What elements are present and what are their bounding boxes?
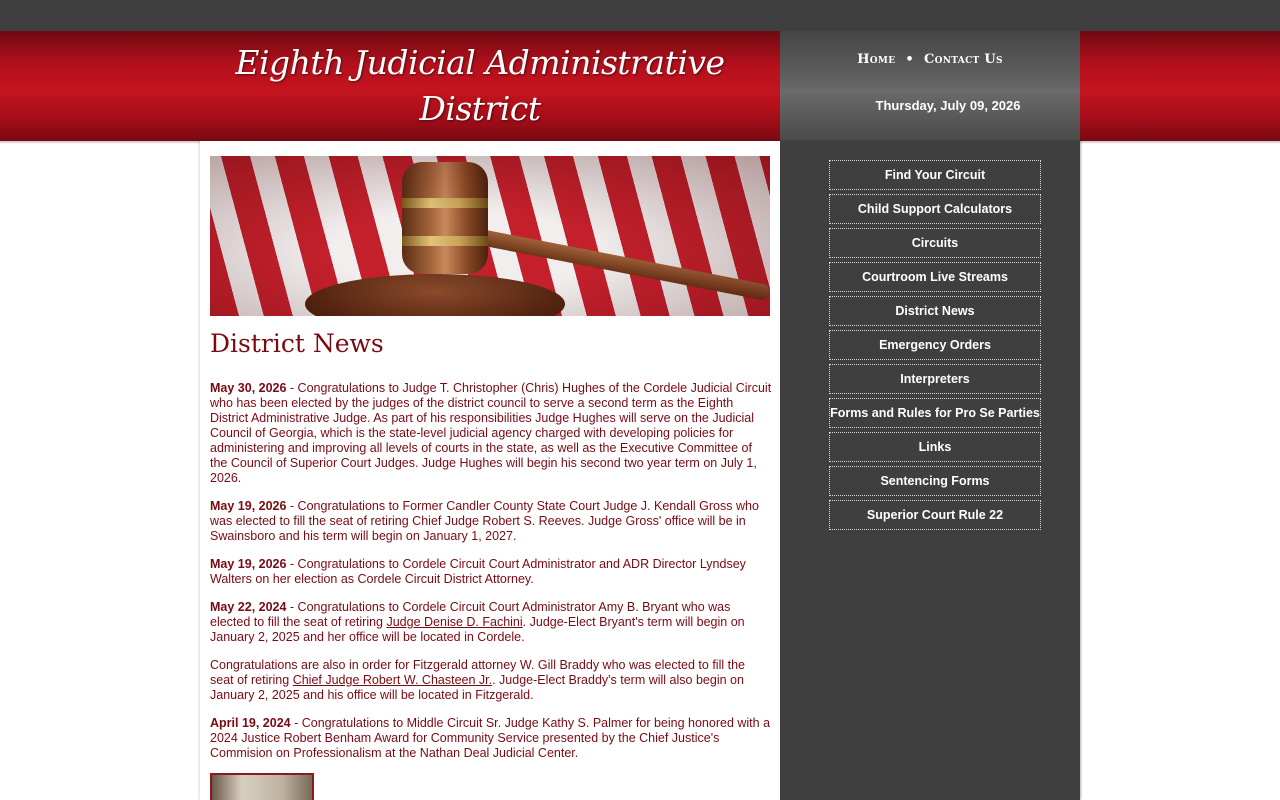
hero-vignette [210, 156, 770, 316]
sidebar-item-forms-and-rules[interactable]: Forms and Rules for Pro Se Parties [829, 398, 1041, 428]
sidebar-item-courtroom-live-streams[interactable]: Courtroom Live Streams [829, 262, 1041, 292]
news-date: May 30, 2026 [210, 381, 287, 395]
gavel-flag-hero-image [210, 156, 770, 316]
sidebar-nav: Find Your Circuit Child Support Calculat… [829, 160, 1041, 534]
sidebar-item-district-news[interactable]: District News [829, 296, 1041, 326]
contact-us-link[interactable]: Contact Us [924, 52, 1003, 67]
sidebar-item-sentencing-forms[interactable]: Sentencing Forms [829, 466, 1041, 496]
site-title-line1: Eighth Judicial Administrative District [235, 43, 725, 128]
news-date: May 19, 2026 [210, 557, 287, 571]
top-navigation: Home • Contact Us [780, 52, 1080, 67]
news-date: May 22, 2024 [210, 600, 287, 614]
news-item: May 22, 2024 - Congratulations to Cordel… [210, 600, 772, 645]
news-text: - Congratulations to Judge T. Christophe… [210, 381, 772, 485]
home-link[interactable]: Home [857, 52, 895, 67]
nav-separator: • [905, 52, 914, 67]
news-list: May 30, 2026 - Congratulations to Judge … [210, 381, 772, 774]
news-text: - Congratulations to Middle Circuit Sr. … [210, 716, 771, 760]
sidebar-item-interpreters[interactable]: Interpreters [829, 364, 1041, 394]
header-nav-panel [780, 31, 1080, 141]
top-bar [0, 0, 1280, 31]
news-item: May 19, 2026 - Congratulations to Former… [210, 499, 772, 544]
sidebar-item-child-support-calculators[interactable]: Child Support Calculators [829, 194, 1041, 224]
news-date: April 19, 2024 [210, 716, 291, 730]
sidebar-item-emergency-orders[interactable]: Emergency Orders [829, 330, 1041, 360]
sidebar-item-superior-court-rule-22[interactable]: Superior Court Rule 22 [829, 500, 1041, 530]
news-text: - Congratulations to Cordele Circuit Cou… [210, 557, 746, 586]
news-text: - Congratulations to Former Candler Coun… [210, 499, 759, 543]
news-photo-thumbnail[interactable] [210, 773, 314, 800]
sidebar-item-find-your-circuit[interactable]: Find Your Circuit [829, 160, 1041, 190]
news-item: May 30, 2026 - Congratulations to Judge … [210, 381, 772, 486]
judge-chasteen-link[interactable]: Chief Judge Robert W. Chasteen Jr. [293, 673, 492, 687]
page-title: District News [210, 329, 384, 358]
news-item: May 19, 2026 - Congratulations to Cordel… [210, 557, 772, 587]
current-date: Thursday, July 09, 2026 [875, 98, 1021, 113]
main-content: District News May 30, 2026 - Congratulat… [200, 141, 780, 800]
judge-fachini-link[interactable]: Judge Denise D. Fachini [386, 615, 522, 629]
news-item: Congratulations are also in order for Fi… [210, 658, 772, 703]
sidebar-item-circuits[interactable]: Circuits [829, 228, 1041, 258]
sidebar-item-links[interactable]: Links [829, 432, 1041, 462]
news-date: May 19, 2026 [210, 499, 287, 513]
news-item: April 19, 2024 - Congratulations to Midd… [210, 716, 772, 761]
